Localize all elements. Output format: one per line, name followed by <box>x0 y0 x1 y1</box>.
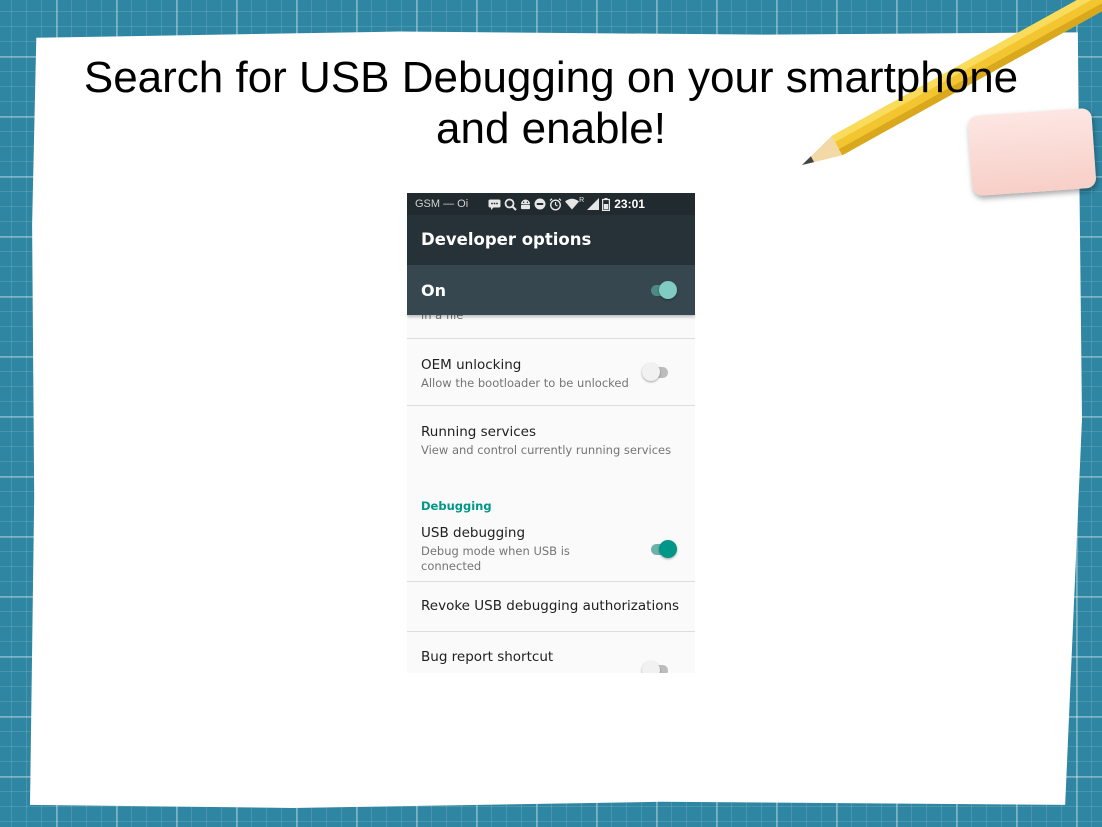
toggle-thumb <box>659 540 677 558</box>
list-item-oem-unlocking[interactable]: OEM unlocking Allow the bootloader to be… <box>407 339 695 405</box>
usb-debugging-toggle[interactable] <box>649 539 677 559</box>
wifi-icon <box>565 198 580 210</box>
usb-debugging-summary-line-2: connected <box>421 559 482 573</box>
app-bar: Developer options <box>407 215 695 265</box>
carrier-label: GSM — Oi <box>415 198 469 210</box>
usb-debugging-title: USB debugging <box>421 525 526 541</box>
toggle-thumb <box>659 281 677 299</box>
running-services-title: Running services <box>421 424 537 440</box>
usb-debugging-summary-line-1: Debug mode when USB is <box>421 544 570 558</box>
bug-report-shortcut-toggle[interactable] <box>642 660 670 673</box>
list-item-usb-debugging[interactable]: USB debugging Debug mode when USB is con… <box>407 515 695 581</box>
running-services-summary: View and control currently running servi… <box>421 443 672 457</box>
slide-title-line-2: and enable! <box>436 104 666 153</box>
status-bar: GSM — Oi R 23:01 <box>407 193 695 215</box>
phone-screenshot: GSM — Oi R 23:01 Developer options On in… <box>407 193 695 673</box>
list-item-revoke-usb-debugging[interactable]: Revoke USB debugging authorizations <box>407 582 695 631</box>
battery-icon <box>602 197 611 211</box>
oem-unlocking-title: OEM unlocking <box>421 357 522 373</box>
slide-title-line-1: Search for USB Debugging on your smartph… <box>83 53 1019 102</box>
section-header-debugging: Debugging <box>421 499 492 513</box>
status-icons: R <box>488 197 611 211</box>
list-item-running-services[interactable]: Running services View and control curren… <box>407 406 695 466</box>
slide-title: Search for USB Debugging on your smartph… <box>30 52 1072 154</box>
oem-unlocking-summary: Allow the bootloader to be unlocked <box>421 376 629 390</box>
roaming-indicator: R <box>579 197 585 204</box>
signal-icon <box>587 198 600 210</box>
list-item-bug-report-shortcut[interactable]: Bug report shortcut <box>407 632 695 673</box>
toggle-thumb <box>642 661 660 673</box>
search-icon <box>504 198 517 211</box>
revoke-usb-debugging-title: Revoke USB debugging authorizations <box>421 598 680 614</box>
toggle-thumb <box>642 363 660 381</box>
developer-options-toggle[interactable] <box>649 280 677 300</box>
message-icon <box>488 199 501 210</box>
developer-options-master-switch-row[interactable]: On <box>407 265 695 315</box>
android-icon <box>521 199 531 210</box>
master-switch-label: On <box>421 281 446 300</box>
alarm-icon <box>549 197 562 211</box>
bug-report-shortcut-title: Bug report shortcut <box>421 649 554 665</box>
oem-unlocking-toggle[interactable] <box>642 362 670 382</box>
do-not-disturb-icon <box>534 198 546 210</box>
app-bar-title: Developer options <box>421 230 592 249</box>
status-clock: 23:01 <box>614 197 645 211</box>
